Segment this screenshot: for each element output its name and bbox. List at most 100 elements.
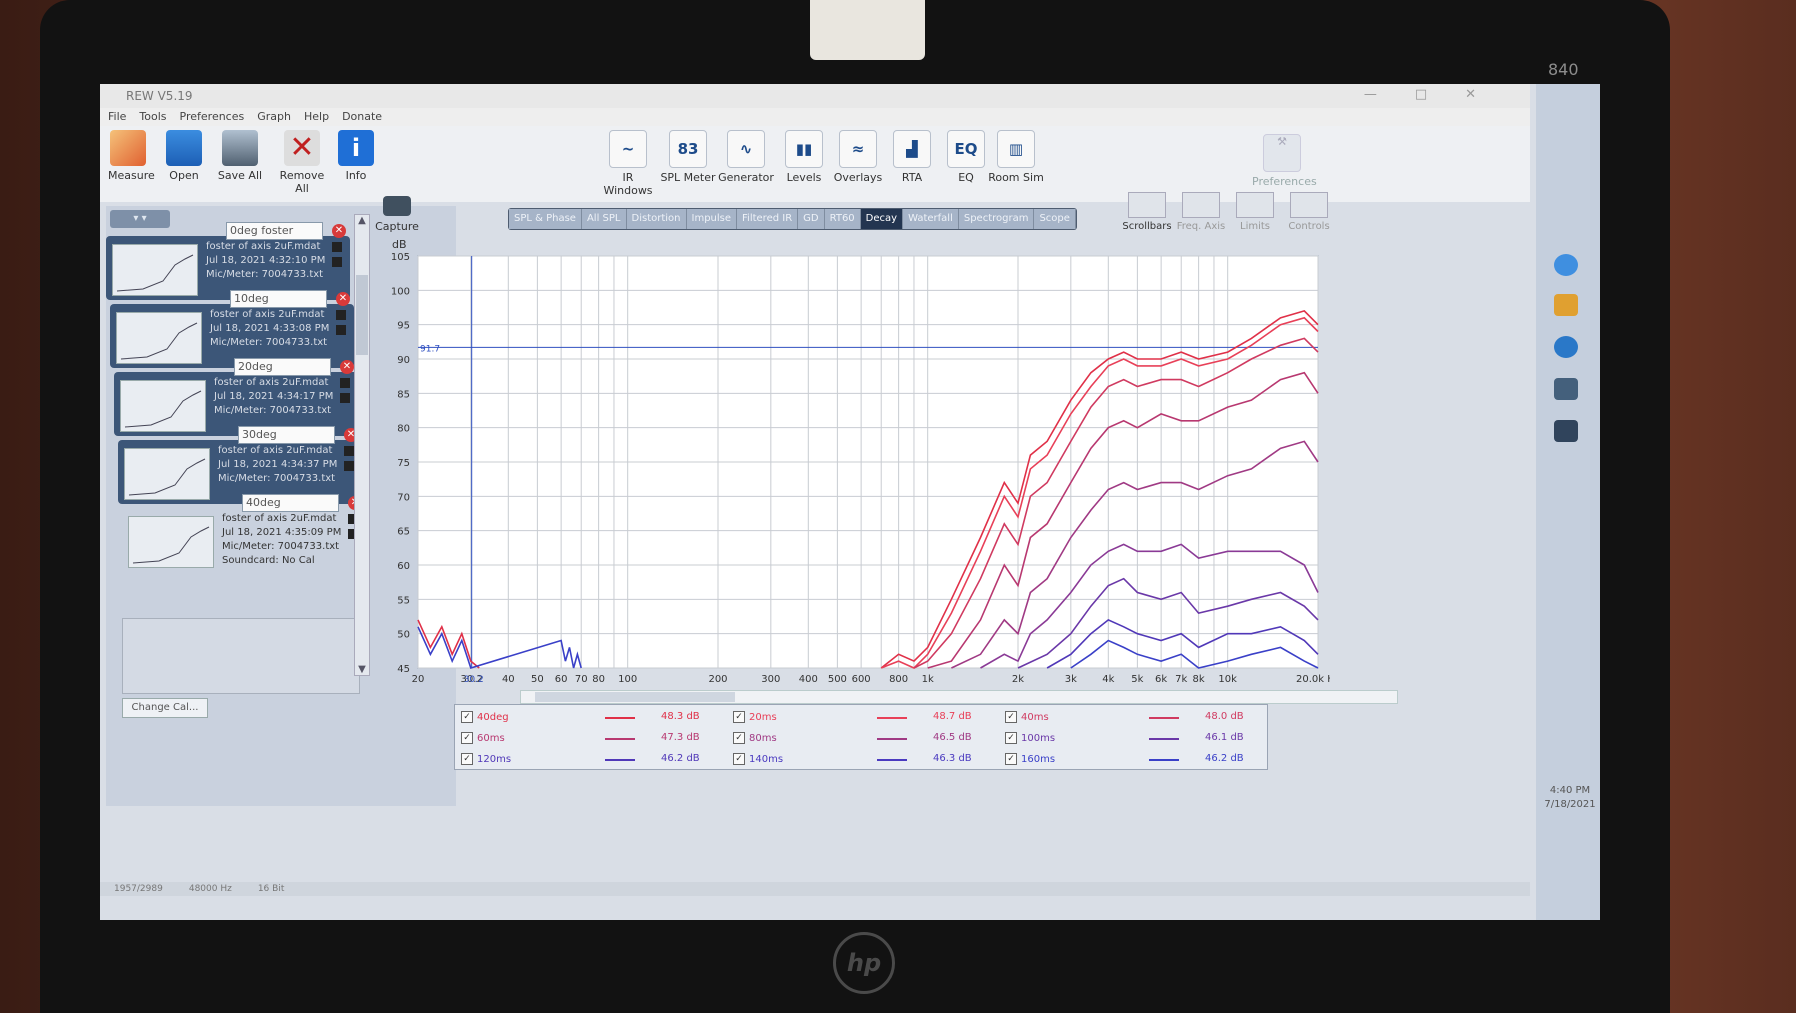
legend-level: 46.2 dB: [661, 753, 700, 764]
tab-distortion[interactable]: Distortion: [626, 209, 687, 229]
notes-area[interactable]: [122, 618, 360, 694]
file-explorer-icon[interactable]: [1554, 294, 1578, 316]
measurement-thumbnail[interactable]: [116, 312, 202, 364]
graph-icon[interactable]: [340, 378, 350, 388]
tab-decay[interactable]: Decay: [860, 209, 904, 229]
legend-checkbox[interactable]: ✓: [733, 732, 745, 744]
spl-meter-button[interactable]: 83 SPL Meter: [660, 130, 716, 184]
y-tick-label: 100: [391, 286, 410, 297]
measurement-thumbnail[interactable]: [112, 244, 198, 296]
legend-item[interactable]: ✓ 40ms: [1005, 711, 1049, 723]
edge-icon[interactable]: [1554, 254, 1578, 276]
capture-button[interactable]: Capture: [372, 196, 422, 233]
legend-checkbox[interactable]: ✓: [1005, 732, 1017, 744]
tab-waterfall[interactable]: Waterfall: [903, 209, 959, 229]
tab-filtered-ir[interactable]: Filtered IR: [737, 209, 799, 229]
measurement-thumbnail[interactable]: [128, 516, 214, 568]
limits-button[interactable]: Limits: [1230, 192, 1280, 232]
legend-item[interactable]: ✓ 160ms: [1005, 753, 1055, 765]
measurement-mic: Mic/Meter: 7004733.txt: [222, 541, 340, 552]
legend-item[interactable]: ✓ 20ms: [733, 711, 777, 723]
legend-item[interactable]: ✓ 120ms: [461, 753, 511, 765]
clock-date[interactable]: 7/18/2021: [1542, 798, 1598, 812]
measurement-thumbnail[interactable]: [120, 380, 206, 432]
eq-button[interactable]: EQ EQ: [938, 130, 994, 184]
measurement-name-field[interactable]: 20deg: [234, 358, 331, 376]
legend-checkbox[interactable]: ✓: [1005, 711, 1017, 723]
title-bar: REW V5.19 —□✕: [100, 84, 1530, 108]
menu-help[interactable]: Help: [304, 110, 329, 123]
legend-item[interactable]: ✓ 40deg: [461, 711, 509, 723]
window-controls[interactable]: —□✕: [1364, 87, 1514, 102]
remove-measurement-icon[interactable]: ✕: [336, 292, 350, 306]
ir-windows-button[interactable]: ~ IR Windows: [600, 130, 656, 197]
rew-taskbar-icon[interactable]: [1554, 378, 1578, 400]
measurement-date: Jul 18, 2021 4:33:08 PM: [210, 323, 330, 334]
legend-item[interactable]: ✓ 100ms: [1005, 732, 1055, 744]
edit-icon[interactable]: [344, 461, 354, 471]
scroll-down-icon[interactable]: ▼: [355, 664, 369, 675]
tab-all-spl[interactable]: All SPL: [581, 209, 627, 229]
tab-spectrogram[interactable]: Spectrogram: [958, 209, 1035, 229]
remove-measurement-icon[interactable]: ✕: [340, 360, 354, 374]
ie-icon[interactable]: [1554, 336, 1578, 358]
scrollbars-button[interactable]: Scrollbars: [1122, 192, 1172, 232]
graph-icon[interactable]: [344, 446, 354, 456]
legend-checkbox[interactable]: ✓: [461, 753, 473, 765]
room-sim-button[interactable]: ▥ Room Sim: [988, 130, 1044, 184]
app-taskbar-icon[interactable]: [1554, 420, 1578, 442]
x-tick-label: 80: [592, 674, 605, 685]
overlays-button[interactable]: ≈ Overlays: [830, 130, 886, 184]
freq-axis-button[interactable]: Freq. Axis: [1176, 192, 1226, 232]
menu-graph[interactable]: Graph: [257, 110, 291, 123]
tab-spl-phase[interactable]: SPL & Phase: [509, 209, 582, 229]
scroll-up-icon[interactable]: ▲: [355, 215, 369, 226]
change-cal-button[interactable]: Change Cal...: [122, 698, 208, 718]
legend-checkbox[interactable]: ✓: [461, 711, 473, 723]
save-all-button[interactable]: Save All: [216, 130, 264, 182]
legend-checkbox[interactable]: ✓: [1005, 753, 1017, 765]
decay-chart[interactable]: 45 50 55 60 65 70 75 80 85 90 95 100 105 20 30.2 40 50 60…: [370, 244, 1330, 714]
measure-button[interactable]: Measure: [108, 130, 155, 182]
measurement-name-field[interactable]: 10deg: [230, 290, 327, 308]
legend-checkbox[interactable]: ✓: [461, 732, 473, 744]
generator-button[interactable]: ∿ Generator: [718, 130, 774, 184]
preferences-button[interactable]: ⚒ Preferences: [1252, 134, 1317, 188]
measurement-name-field[interactable]: 0deg foster: [226, 222, 323, 240]
scroll-thumb[interactable]: [356, 275, 368, 355]
info-button[interactable]: i Info: [336, 130, 376, 182]
measurement-name-field[interactable]: 30deg: [238, 426, 335, 444]
rta-button[interactable]: ▟ RTA: [884, 130, 940, 184]
graph-icon[interactable]: [336, 310, 346, 320]
frequency-scroll-thumb[interactable]: [535, 692, 735, 702]
legend-item[interactable]: ✓ 60ms: [461, 732, 505, 744]
legend-item[interactable]: ✓ 140ms: [733, 753, 783, 765]
tab-impulse[interactable]: Impulse: [686, 209, 738, 229]
legend-checkbox[interactable]: ✓: [733, 711, 745, 723]
edit-icon[interactable]: [340, 393, 350, 403]
menu-tools[interactable]: Tools: [139, 110, 166, 123]
tab-scope[interactable]: Scope: [1034, 209, 1076, 229]
menu-donate[interactable]: Donate: [342, 110, 382, 123]
open-button[interactable]: Open: [164, 130, 204, 182]
clock-time[interactable]: 4:40 PM: [1542, 784, 1598, 798]
levels-button[interactable]: ▮▮ Levels: [776, 130, 832, 184]
tab-rt60[interactable]: RT60: [824, 209, 861, 229]
measurements-scrollbar[interactable]: ▲ ▼: [354, 214, 370, 676]
legend-item[interactable]: ✓ 80ms: [733, 732, 777, 744]
measurement-name-field[interactable]: 40deg: [242, 494, 339, 512]
controls-button[interactable]: Controls: [1284, 192, 1334, 232]
tab-gd[interactable]: GD: [798, 209, 825, 229]
menu-preferences[interactable]: Preferences: [180, 110, 245, 123]
edit-icon[interactable]: [332, 257, 342, 267]
graph-icon[interactable]: [332, 242, 342, 252]
frequency-scrollbar[interactable]: [520, 690, 1398, 704]
edit-icon[interactable]: [336, 325, 346, 335]
menu-file[interactable]: File: [108, 110, 126, 123]
measurement-thumbnail[interactable]: [124, 448, 210, 500]
remove-measurement-icon[interactable]: ✕: [332, 224, 346, 238]
x-tick-label: 70: [575, 674, 588, 685]
remove-all-button[interactable]: ✕ Remove All: [272, 130, 332, 195]
measurement-item[interactable]: 40deg✕foster of axis 2uF.mdatJul 18, 202…: [122, 494, 366, 568]
legend-checkbox[interactable]: ✓: [733, 753, 745, 765]
